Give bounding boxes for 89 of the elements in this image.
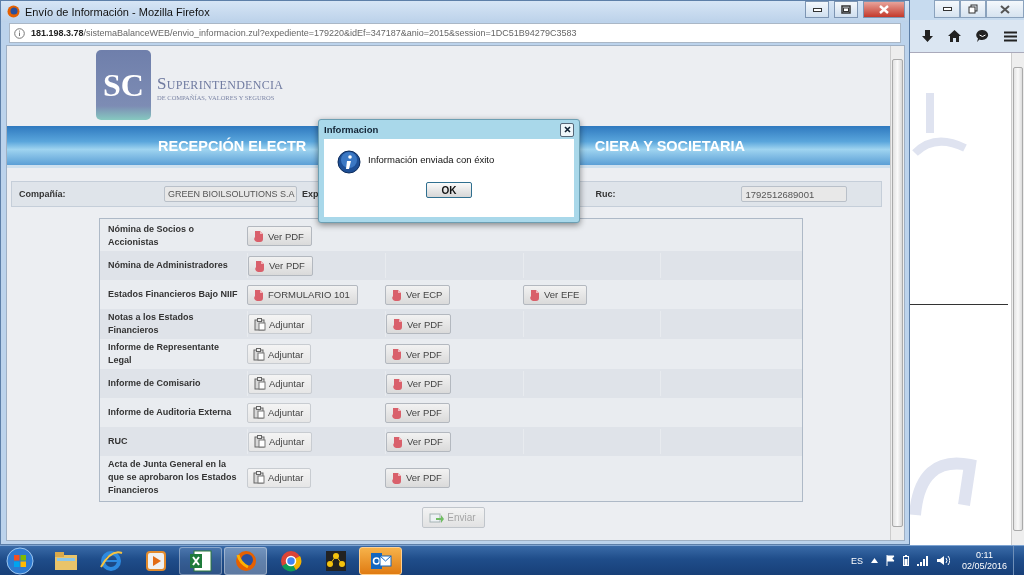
ok-button[interactable]: OK <box>426 182 472 198</box>
clipboard-icon <box>254 317 266 331</box>
ruc-field[interactable]: 1792512689001 <box>740 186 847 202</box>
attach-button[interactable]: Adjuntar <box>247 344 312 364</box>
maximize-button[interactable] <box>834 1 858 18</box>
signal-icon[interactable] <box>916 555 929 566</box>
field-label: Compañía: <box>19 189 67 199</box>
logo: SC <box>96 50 151 120</box>
minimize-icon[interactable] <box>812 7 822 12</box>
view-pdf-button[interactable]: Ver PDF <box>247 226 312 246</box>
pdf-icon <box>392 377 404 390</box>
close-button[interactable] <box>560 122 574 137</box>
document-label: Informe de Comisario <box>107 377 202 390</box>
attach-button[interactable]: Adjuntar <box>248 373 313 394</box>
language-indicator[interactable]: ES <box>850 555 863 566</box>
scrollbar[interactable] <box>890 46 904 540</box>
restore-icon[interactable] <box>968 4 978 14</box>
info-icon[interactable] <box>14 27 25 39</box>
view-pdf-button[interactable]: Ver EFE <box>523 284 588 305</box>
pdf-icon <box>392 435 404 448</box>
pdf-icon <box>391 288 403 301</box>
minimize-icon[interactable] <box>942 7 952 11</box>
dialog-title: Informacion <box>324 124 379 135</box>
url-text: 181.198.3.78/sistemaBalanceWEB/envio_informacion.zul?expediente=179220&idEf=347187&anio=2015&session=1DC51B94279C3583 <box>31 28 577 38</box>
clipboard-icon <box>254 377 266 390</box>
attach-button[interactable]: Adjuntar <box>247 402 312 423</box>
view-pdf-button[interactable]: Ver PDF <box>386 373 451 394</box>
attach-button[interactable]: Adjuntar <box>247 467 312 488</box>
close-icon[interactable] <box>563 126 571 133</box>
field-label: Ruc: <box>595 189 617 199</box>
clipboard-icon <box>253 406 265 419</box>
pdf-icon <box>253 288 265 301</box>
download-icon[interactable] <box>921 30 933 42</box>
pdf-icon <box>392 318 404 330</box>
view-pdf-button[interactable]: Ver PDF <box>386 431 451 452</box>
clock[interactable]: 0:11 02/05/2016 <box>961 549 1007 572</box>
document-label: Informe de Auditoria Externa <box>107 406 233 419</box>
attach-button[interactable]: Adjuntar <box>248 431 313 452</box>
address-bar[interactable]: 181.198.3.78/sistemaBalanceWEB/envio_informacion.zul?expediente=179220&idEf=347187&anio=2015&session=1DC51B94279C3583 <box>9 23 901 43</box>
send-icon <box>429 511 445 524</box>
document-label: Nómina de Socios o Accionistas <box>107 223 195 249</box>
company-field[interactable]: GREEN BIOILSOLUTIONS S.A <box>164 186 297 202</box>
view-pdf-button[interactable]: Ver ECP <box>385 284 451 305</box>
dialog-message: Información enviada con éxito <box>368 154 495 165</box>
document-label: Acta de Junta General en la que se aprobaron los Estados Financieros <box>107 458 238 497</box>
clipboard-icon <box>254 435 266 448</box>
pdf-icon <box>391 406 403 419</box>
clipboard-icon <box>253 347 265 361</box>
view-pdf-button[interactable]: Ver PDF <box>385 402 450 423</box>
scrollbar[interactable] <box>1011 53 1024 545</box>
taskbar-button[interactable] <box>359 546 402 575</box>
minimize-button[interactable] <box>934 0 960 18</box>
clipboard-icon <box>253 471 265 484</box>
pdf-icon <box>254 259 266 272</box>
flag-icon[interactable] <box>885 555 895 566</box>
view-pdf-button[interactable]: Ver PDF <box>385 467 450 488</box>
close-icon[interactable] <box>1000 4 1010 14</box>
view-pdf-button[interactable]: Ver PDF <box>248 255 313 276</box>
pdf-icon <box>391 348 403 360</box>
banner-title: CIERA Y SOCIETARIA <box>594 137 745 154</box>
window-title: Envío de Información - Mozilla Firefox <box>25 5 211 18</box>
start-button[interactable] <box>5 545 35 575</box>
document-label: RUC <box>107 435 129 448</box>
field-label: Exp <box>302 189 319 199</box>
document-label: Notas a los Estados Financieros <box>107 311 195 337</box>
logo-name: SUPERINTENDENCIA <box>157 74 284 94</box>
document-label: Estados Financieros Bajo NIIF <box>107 288 239 301</box>
pdf-icon <box>529 288 541 301</box>
volume-icon[interactable] <box>936 555 950 566</box>
view-pdf-button[interactable]: Ver PDF <box>386 314 451 334</box>
view-pdf-button[interactable]: FORMULARIO 101 <box>247 284 358 305</box>
pdf-icon <box>391 471 403 484</box>
document-label: Nómina de Administradores <box>107 259 229 272</box>
chat-icon[interactable] <box>975 30 989 42</box>
maximize-icon[interactable] <box>841 5 851 14</box>
show-hidden-icons[interactable] <box>870 558 878 563</box>
minimize-button[interactable] <box>805 1 829 18</box>
battery-icon[interactable] <box>902 555 909 566</box>
view-pdf-button[interactable]: Ver PDF <box>385 344 450 364</box>
pdf-icon <box>253 230 265 242</box>
close-button[interactable] <box>986 0 1024 18</box>
attach-button[interactable]: Adjuntar <box>248 314 313 334</box>
banner-title: RECEPCIÓN ELECTR <box>158 137 307 154</box>
firefox-icon <box>7 5 20 18</box>
home-icon[interactable] <box>947 30 961 42</box>
info-icon <box>337 150 361 174</box>
document-label: Informe de Representante Legal <box>107 341 221 367</box>
menu-icon[interactable] <box>1003 30 1017 42</box>
restore-button[interactable] <box>960 0 986 18</box>
